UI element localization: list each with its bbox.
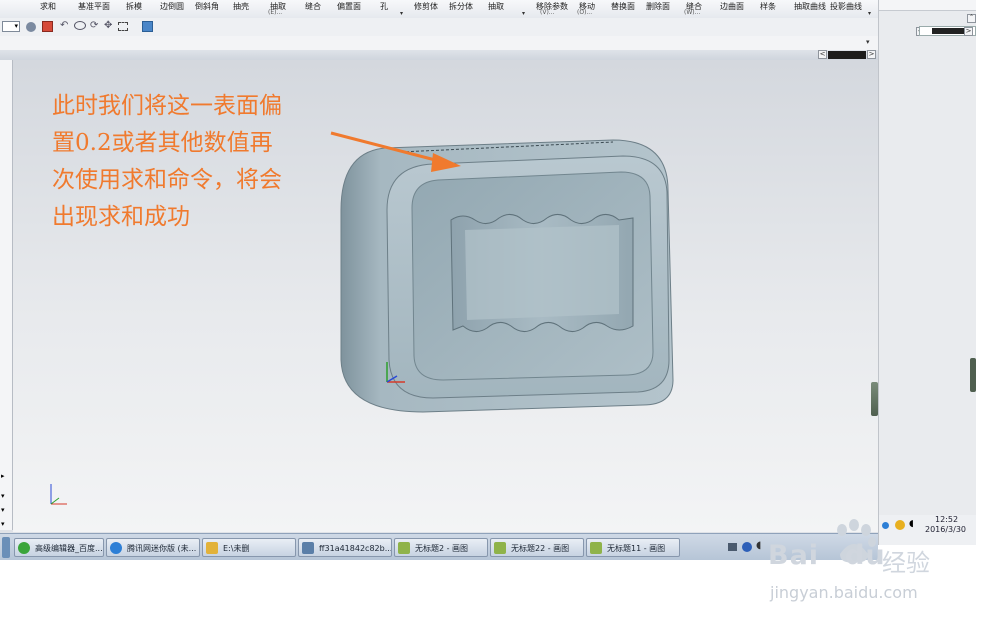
annotation-line: 出现求和成功 [52, 204, 190, 230]
dropdown-arrow-icon[interactable]: ▾ [868, 10, 871, 17]
secondary-toolbar: ▾ [0, 36, 878, 51]
annotation-line: 此时我们将这一表面偏 [52, 93, 282, 119]
watermark-brand: Bai du [768, 540, 886, 571]
scroll-down-icon[interactable]: ▸ [1, 472, 5, 480]
tool-replace-face[interactable]: 替换面 [611, 1, 635, 12]
tool-unite[interactable]: 求和 [40, 1, 56, 12]
chevron-down-icon[interactable]: ▾ [1, 506, 5, 514]
watermark-url: jingyan.baidu.com [770, 583, 918, 602]
clock-date[interactable]: 2016/3/30 [925, 525, 966, 534]
volume-icon[interactable]: ◖ [756, 540, 761, 551]
paint-icon [398, 542, 410, 554]
scroll-right-icon[interactable]: > [964, 27, 973, 36]
tray-icon[interactable] [728, 543, 737, 551]
pan-icon[interactable]: ✥ [104, 20, 112, 31]
instruction-annotation: 此时我们将这一表面偏 置0.2或者其他数值再 次使用求和命令，将会 出现求和成功 [52, 88, 352, 236]
annotation-line: 次使用求和命令，将会 [52, 167, 282, 193]
taskbar-item[interactable]: 腾讯网迷你版 (未... [106, 538, 200, 557]
selection-toolbar: ▾ ↶ ⟳ ✥ [0, 18, 878, 37]
tool-spline[interactable]: 样条 [760, 1, 776, 12]
taskbar-item-label: 无标题2 - 画图 [415, 544, 469, 553]
tool-draft[interactable]: 拆模 [126, 1, 142, 12]
chevron-down-icon[interactable]: ▾ [1, 492, 5, 500]
snap-icon[interactable] [26, 22, 36, 32]
tool-split-body[interactable]: 拆分体 [449, 1, 473, 12]
background-window: < > ˄ ◖ 12:52 2016/3/30 [878, 0, 976, 545]
tool-datum-plane[interactable]: 基准平面 [78, 1, 110, 12]
taskbar-item[interactable]: ff31a41842c82b... [298, 538, 392, 557]
filter-dropdown[interactable]: ▾ [2, 21, 20, 32]
point-snap-icon[interactable] [42, 21, 53, 32]
watermark-jingyan: 经验 [882, 549, 930, 577]
chevron-down-icon[interactable]: ▾ [1, 520, 5, 528]
paint-icon [494, 542, 506, 554]
image-icon [302, 542, 314, 554]
tool-extract-curve[interactable]: 抽取曲线 [794, 1, 826, 12]
tool-sew[interactable]: 缝合 [305, 1, 321, 12]
taskbar-item[interactable]: 高级编辑器_百度... [14, 538, 104, 557]
scroll-up-icon[interactable]: ˄ [967, 14, 976, 23]
undo-icon[interactable]: ↶ [60, 20, 68, 31]
box-select-icon[interactable] [118, 22, 128, 31]
display-icon[interactable] [142, 21, 153, 32]
taskbar-item-label: 无标题11 - 画图 [607, 544, 666, 553]
tool-extract-shortcut: (E)... [268, 9, 283, 16]
side-handle[interactable] [970, 358, 976, 392]
rotate-icon[interactable]: ⟳ [90, 20, 98, 31]
tray-icon[interactable] [882, 522, 889, 529]
qq-icon[interactable] [895, 520, 905, 530]
folder-icon [206, 542, 218, 554]
paint-icon [590, 542, 602, 554]
tool-offset-face[interactable]: 偏置面 [337, 1, 361, 12]
clock-time[interactable]: 12:52 [935, 515, 958, 524]
tool-extract-2[interactable]: 抽取 [488, 1, 504, 12]
wcs-triad-icon [50, 484, 67, 505]
taskbar-item[interactable]: 无标题2 - 画图 [394, 538, 488, 557]
start-button[interactable] [2, 537, 10, 558]
browser-icon [110, 542, 122, 554]
taskbar-item[interactable]: E:\未删 [202, 538, 296, 557]
tool-hole[interactable]: 孔 [380, 1, 388, 12]
cad-window: 求和 基准平面 拆模 边倒圆 倒斜角 抽壳 抽取 (E)... 缝合 偏置面 孔… [0, 0, 878, 560]
taskbar-item[interactable]: 无标题11 - 画图 [586, 538, 680, 557]
toolbar-dropdown-icon[interactable]: ▾ [866, 38, 870, 46]
background-window-toolbar [879, 0, 976, 11]
dropdown-arrow-icon[interactable]: ▾ [400, 10, 403, 17]
taskbar-item-label: E:\未删 [223, 544, 250, 553]
tool-edge-surface[interactable]: 边曲面 [720, 1, 744, 12]
browser-icon [18, 542, 30, 554]
tool-shell[interactable]: 抽壳 [233, 1, 249, 12]
viewport-right-handle[interactable] [871, 382, 878, 416]
tool-trim-body[interactable]: 修剪体 [414, 1, 438, 12]
annotation-line: 置0.2或者其他数值再 [52, 130, 273, 156]
horizontal-scrollbar[interactable] [828, 51, 866, 59]
tool-project-curve[interactable]: 投影曲线 [830, 1, 862, 12]
taskbar-item-label: ff31a41842c82b... [319, 544, 392, 553]
ribbon-toolbar: 求和 基准平面 拆模 边倒圆 倒斜角 抽壳 抽取 (E)... 缝合 偏置面 孔… [0, 0, 878, 19]
scroll-right-icon[interactable]: > [867, 50, 876, 59]
taskbar-item-label: 高级编辑器_百度... [35, 544, 103, 553]
tool-sew-2-shortcut: (W)... [684, 9, 701, 16]
taskbar-item-label: 腾讯网迷你版 (未... [127, 544, 197, 553]
dropdown-arrow-icon[interactable]: ▾ [522, 10, 525, 17]
tool-chamfer[interactable]: 倒斜角 [195, 1, 219, 12]
view-icon[interactable] [74, 21, 86, 30]
scroll-left-icon[interactable]: < [818, 50, 827, 59]
part-navigator-panel[interactable]: ▸ ▾ ▾ ▾ [0, 60, 13, 530]
taskbar-item[interactable]: 无标题22 - 画图 [490, 538, 584, 557]
volume-icon[interactable]: ◖ [909, 519, 914, 529]
model-opening-back-wall [465, 225, 619, 320]
tool-remove-params-shortcut: (V)... [540, 9, 555, 16]
taskbar-item-label: 无标题22 - 画图 [511, 544, 570, 553]
tool-delete-face[interactable]: 删除面 [646, 1, 670, 12]
help-icon[interactable] [742, 542, 752, 552]
tool-move-shortcut: (O)... [577, 9, 593, 16]
windows-taskbar: 高级编辑器_百度... 腾讯网迷你版 (未... E:\未删 ff31a4184… [0, 533, 878, 560]
chevron-down-icon: ▾ [14, 22, 18, 30]
tool-edge-blend[interactable]: 边倒圆 [160, 1, 184, 12]
